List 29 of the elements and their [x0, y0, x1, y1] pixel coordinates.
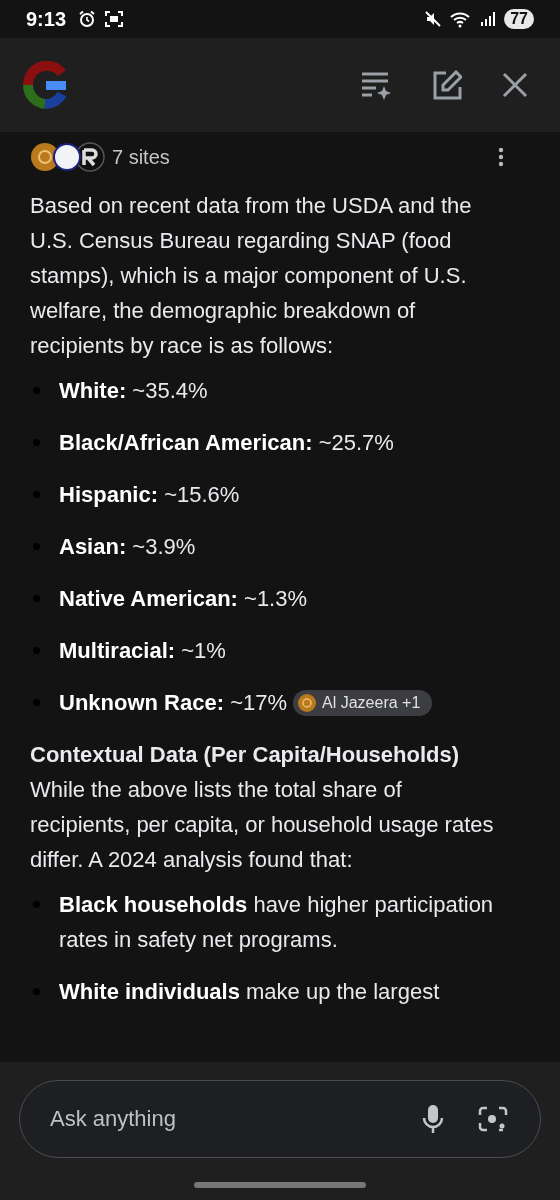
alarm-icon: [78, 10, 97, 28]
section-heading: Contextual Data (Per Capita/Households): [30, 741, 461, 769]
microphone-icon[interactable]: [422, 1104, 444, 1134]
section-paragraph: While the above lists the total share of recipients, per capita, or household usage rates differ. A 2024 analysis found that:: [30, 776, 495, 874]
battery-indicator: 77: [504, 9, 534, 29]
list-sparkle-icon[interactable]: [360, 70, 392, 100]
bullet-text: Multiracial: ~1%: [59, 637, 226, 665]
screenshot-icon: [104, 10, 125, 28]
bullet-text: White: ~35.4%: [59, 377, 208, 405]
bullet-text: Black/African American: ~25.7%: [59, 429, 394, 457]
mute-icon: [424, 10, 443, 28]
signal-icon: [480, 11, 497, 27]
intro-paragraph: Based on recent data from the USDA and the U.S. Census Bureau regarding SNAP (food stamps), which is a major component of U.S. welfare, the demographic breakdown of recipients by race is as follows:: [30, 192, 473, 360]
bullet-text: Native American: ~1.3%: [59, 585, 308, 613]
source-logo-icon: [298, 693, 317, 712]
close-icon[interactable]: [502, 72, 528, 98]
bullet-text: Black households have higher participation rates in safety net programs.: [59, 891, 495, 954]
edit-icon[interactable]: [432, 70, 462, 100]
source-avatars-icon: [30, 142, 106, 172]
sources-count[interactable]: 7 sites: [112, 145, 170, 169]
citation-chip[interactable]: Al Jazeera +1: [293, 689, 433, 716]
camera-lens-icon[interactable]: [478, 1105, 508, 1133]
clock: 9:13: [26, 7, 67, 31]
bullet-text: Unknown Race: ~17%: [59, 689, 288, 717]
bullet-text: White individuals make up the largest: [59, 978, 440, 1006]
bullet-text: Asian: ~3.9%: [59, 533, 196, 561]
bullet-text: Hispanic: ~15.6%: [59, 481, 240, 509]
more-icon[interactable]: [498, 147, 504, 167]
ask-field[interactable]: Ask anything: [48, 1105, 388, 1133]
